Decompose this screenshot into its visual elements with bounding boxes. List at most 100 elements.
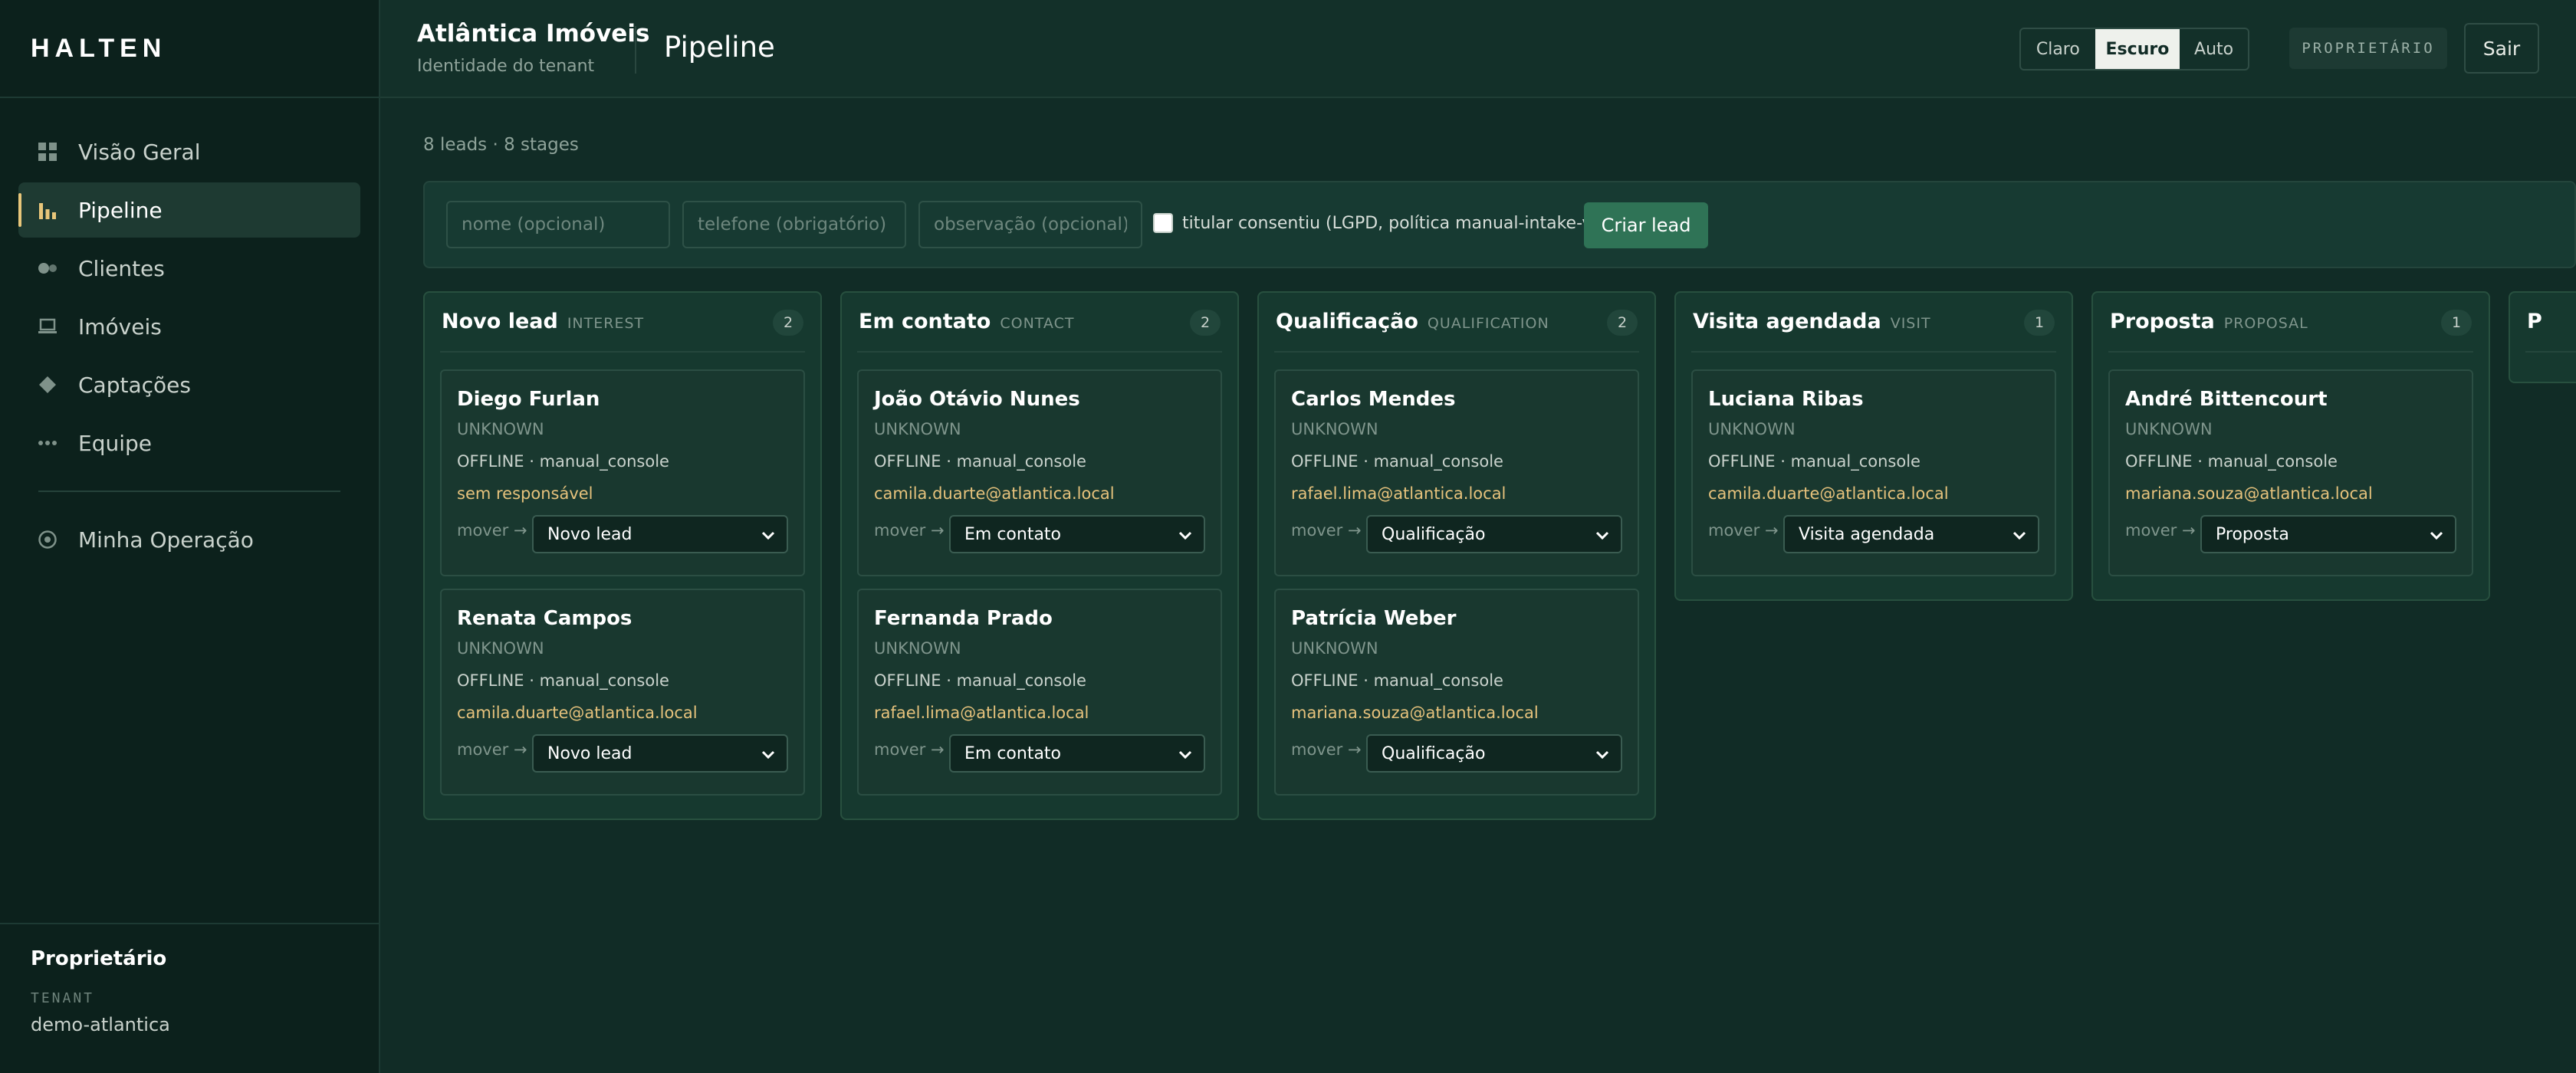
column-stage-code: INTEREST <box>567 315 645 332</box>
lead-card[interactable]: Renata Campos UNKNOWN OFFLINE · manual_con… <box>440 589 805 796</box>
column-title: Novo lead INTEREST <box>442 310 644 333</box>
column-stage-code: VISIT <box>1890 315 1931 332</box>
pipeline-board: Novo lead INTEREST 2 Diego Furlan UNKNOWN OFF… <box>423 291 2576 1073</box>
logout-button[interactable]: Sair <box>2464 23 2539 74</box>
lead-name: Carlos Mendes <box>1291 388 1456 411</box>
lead-status: UNKNOWN <box>2125 420 2213 438</box>
laptop-icon <box>37 316 58 337</box>
lead-owner: camila.duarte@atlantica.local <box>1708 484 1949 503</box>
sidebar-item-label: Pipeline <box>78 197 163 223</box>
chevron-down-icon <box>1178 750 1192 760</box>
lead-card[interactable]: Patrícia Weber UNKNOWN OFFLINE · manual_co… <box>1274 589 1639 796</box>
lead-status: UNKNOWN <box>874 420 961 438</box>
lead-card[interactable]: André Bittencourt UNKNOWN OFFLINE · manual… <box>2108 369 2473 576</box>
lead-status: UNKNOWN <box>1291 420 1378 438</box>
user-role: Proprietário <box>31 947 167 970</box>
move-label: mover → <box>1291 521 1362 540</box>
sidebar: HALTEN Visão Geral Pipeline Clientes Imó… <box>0 0 380 1073</box>
sidebar-item-label: Equipe <box>78 430 152 456</box>
lead-name: Patrícia Weber <box>1291 607 1457 630</box>
sidebar-item-visao-geral[interactable]: Visão Geral <box>18 124 360 179</box>
move-label: mover → <box>1708 521 1779 540</box>
consent-control[interactable]: titular consentiu (LGPD, política manual… <box>1153 213 1609 233</box>
move-label: mover → <box>874 740 945 759</box>
sidebar-item-clientes[interactable]: Clientes <box>18 241 360 296</box>
column-header: Novo lead INTEREST 2 <box>440 293 805 353</box>
note-input[interactable] <box>918 201 1142 248</box>
sidebar-item-equipe[interactable]: Equipe <box>18 415 360 471</box>
move-label: mover → <box>2125 521 2196 540</box>
sidebar-item-label: Imóveis <box>78 313 162 340</box>
pipeline-column: Proposta PROPOSAL 1 André Bittencourt UNKNOW… <box>2091 291 2490 601</box>
chevron-down-icon <box>1595 750 1609 760</box>
column-name: Novo lead <box>442 310 558 333</box>
sidebar-item-label: Visão Geral <box>78 139 201 165</box>
chevron-down-icon <box>761 750 775 760</box>
lead-source: OFFLINE · manual_console <box>457 671 669 690</box>
sidebar-item-captacoes[interactable]: Captações <box>18 357 360 412</box>
sidebar-item-label: Clientes <box>78 255 165 281</box>
move-label: mover → <box>457 740 527 759</box>
lead-owner: mariana.souza@atlantica.local <box>1291 704 1539 722</box>
sidebar-item-imoveis[interactable]: Imóveis <box>18 299 360 354</box>
lead-card[interactable]: João Otávio Nunes UNKNOWN OFFLINE · manual… <box>857 369 1222 576</box>
sidebar-item-minha-operacao[interactable]: Minha Operação <box>18 512 360 567</box>
lead-owner: camila.duarte@atlantica.local <box>874 484 1115 503</box>
theme-auto-button[interactable]: Auto <box>2180 29 2248 69</box>
column-count-badge: 2 <box>1190 310 1221 336</box>
chevron-down-icon <box>1595 531 1609 540</box>
lead-source: OFFLINE · manual_console <box>874 671 1086 690</box>
lead-name: Renata Campos <box>457 607 632 630</box>
page-title: Pipeline <box>664 31 775 64</box>
column-name: Visita agendada <box>1693 310 1881 333</box>
lead-status: UNKNOWN <box>457 420 544 438</box>
create-lead-form: titular consentiu (LGPD, política manual… <box>423 181 2576 268</box>
stage-select[interactable]: Proposta <box>2200 515 2456 553</box>
move-label: mover → <box>457 521 527 540</box>
dots-icon <box>37 432 58 454</box>
lead-name: André Bittencourt <box>2125 388 2328 411</box>
users-icon <box>37 258 58 279</box>
lead-card[interactable]: Fernanda Prado UNKNOWN OFFLINE · manual_co… <box>857 589 1222 796</box>
stage-select[interactable]: Qualificação <box>1366 515 1622 553</box>
lead-card[interactable]: Diego Furlan UNKNOWN OFFLINE · manual_cons… <box>440 369 805 576</box>
sidebar-nav: Visão Geral Pipeline Clientes Imóveis Ca… <box>0 98 379 567</box>
tenant-identity: Atlântica Imóveis Identidade do tenant <box>417 20 649 76</box>
lead-source: OFFLINE · manual_console <box>874 452 1086 471</box>
lead-name: Diego Furlan <box>457 388 600 411</box>
column-name: Qualificação <box>1276 310 1418 333</box>
stage-select[interactable]: Novo lead <box>532 734 788 773</box>
stage-select-value: Novo lead <box>547 743 632 763</box>
sidebar-item-pipeline[interactable]: Pipeline <box>18 182 360 238</box>
chevron-down-icon <box>761 531 775 540</box>
tenant-name: Atlântica Imóveis <box>417 20 650 48</box>
pipeline-column: Em contato CONTACT 2 João Otávio Nunes UNKNO… <box>840 291 1239 820</box>
stage-select[interactable]: Em contato <box>949 734 1205 773</box>
column-name: Proposta <box>2110 310 2215 333</box>
column-count-badge: 2 <box>1607 310 1638 336</box>
stage-select-value: Visita agendada <box>1799 524 1935 544</box>
stage-select[interactable]: Qualificação <box>1366 734 1622 773</box>
column-header: Proposta PROPOSAL 1 <box>2108 293 2473 353</box>
lead-card[interactable]: Luciana Ribas UNKNOWN OFFLINE · manual_con… <box>1691 369 2056 576</box>
pipeline-column: P <box>2509 291 2576 383</box>
consent-checkbox[interactable] <box>1153 213 1173 233</box>
lead-status: UNKNOWN <box>1708 420 1796 438</box>
stage-select[interactable]: Em contato <box>949 515 1205 553</box>
stage-select[interactable]: Visita agendada <box>1783 515 2039 553</box>
theme-light-button[interactable]: Claro <box>2021 29 2095 69</box>
phone-input[interactable] <box>682 201 906 248</box>
lead-card[interactable]: Carlos Mendes UNKNOWN OFFLINE · manual_con… <box>1274 369 1639 576</box>
brand-logo: HALTEN <box>0 0 379 98</box>
name-input[interactable] <box>446 201 670 248</box>
lead-source: OFFLINE · manual_console <box>457 452 669 471</box>
lead-source: OFFLINE · manual_console <box>1291 671 1503 690</box>
column-count-badge: 1 <box>2441 310 2472 336</box>
sidebar-divider <box>38 491 340 492</box>
move-label: mover → <box>1291 740 1362 759</box>
stage-select[interactable]: Novo lead <box>532 515 788 553</box>
column-name: Em contato <box>859 310 991 333</box>
theme-dark-button[interactable]: Escuro <box>2095 29 2180 69</box>
stage-select-value: Qualificação <box>1382 743 1486 763</box>
create-lead-button[interactable]: Criar lead <box>1584 202 1708 248</box>
